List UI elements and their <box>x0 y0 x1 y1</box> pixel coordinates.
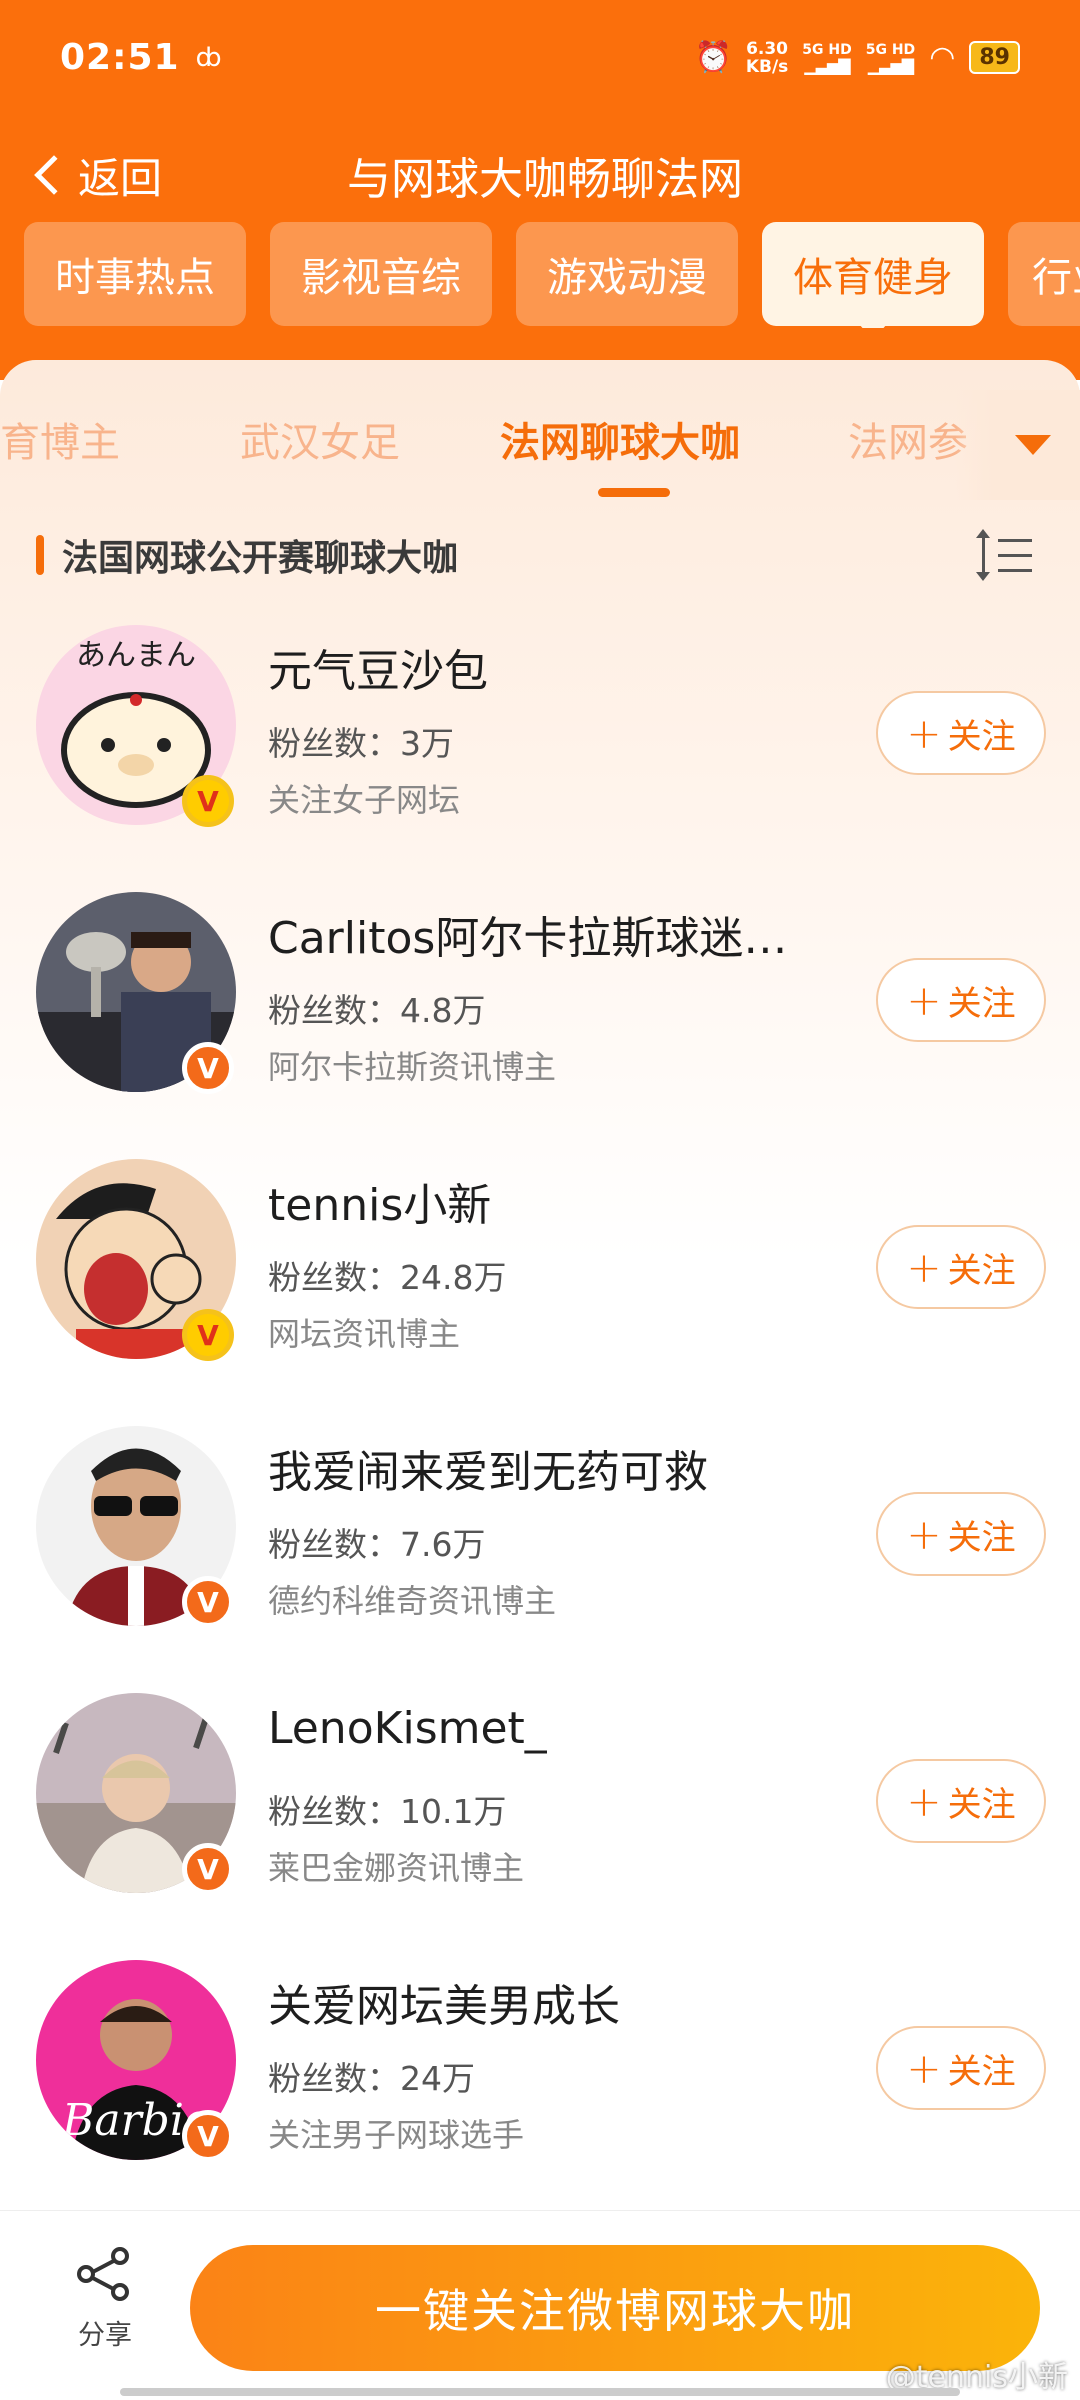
user-name[interactable]: 我爱闹来爱到无药可救 <box>268 1436 708 1500</box>
user-name[interactable]: LenoKismet_ <box>268 1703 547 1754</box>
plus-icon: + <box>906 2043 942 2093</box>
user-list-item[interactable]: V 我爱闹来爱到无药可救 粉丝数：7.6万 德约科维奇资讯博主 + 关注 <box>0 1426 1080 1694</box>
signal-2-icon: 5G HD ▁▃▅▇ <box>865 41 916 75</box>
plus-icon: + <box>906 975 942 1025</box>
verified-badge-icon: V <box>182 1309 234 1361</box>
share-button[interactable]: 分享 <box>60 2245 150 2352</box>
fans-count: 粉丝数：3万 <box>268 724 454 763</box>
section-header: 法国网球公开赛聊球大咖 <box>36 525 1046 585</box>
sort-icon[interactable] <box>976 525 1036 585</box>
fans-count: 粉丝数：4.8万 <box>268 991 486 1030</box>
plus-icon: + <box>906 1776 942 1826</box>
status-bar: 02:51 ȸ ⏰ 6.30 KB/s 5G HD ▁▃▅▇ 5G HD ▁▃▅… <box>0 0 1080 115</box>
sub-tab-active[interactable]: 法网聊球大咖 <box>500 410 740 468</box>
category-tab-active[interactable]: 体育健身 <box>762 222 984 328</box>
user-list-item[interactable]: あんまん V 元气豆沙包 粉丝数：3万 关注女子网坛 + 关注 <box>0 625 1080 893</box>
user-list-item[interactable]: V LenoKismet_ 粉丝数：10.1万 莱巴金娜资讯博主 + 关注 <box>0 1693 1080 1961</box>
section-title: 法国网球公开赛聊球大咖 <box>62 538 459 579</box>
verified-badge-icon: V <box>182 2110 234 2162</box>
user-list-item[interactable]: V tennis小新 粉丝数：24.8万 网坛资讯博主 + 关注 <box>0 1159 1080 1427</box>
plus-icon: + <box>906 708 942 758</box>
follow-button[interactable]: + 关注 <box>876 1759 1046 1843</box>
fans-count: 粉丝数：24万 <box>268 2059 475 2098</box>
fans-count: 粉丝数：7.6万 <box>268 1525 486 1564</box>
user-name[interactable]: 元气豆沙包 <box>268 635 488 699</box>
verified-badge-icon: V <box>182 1843 234 1895</box>
fans-count: 粉丝数：24.8万 <box>268 1258 507 1297</box>
follow-button[interactable]: + 关注 <box>876 2026 1046 2110</box>
user-name[interactable]: 关爱网坛美男成长 <box>268 1970 620 2034</box>
plus-icon: + <box>906 1242 942 1292</box>
verified-badge-icon: V <box>182 1576 234 1628</box>
verified-badge-icon: V <box>182 775 234 827</box>
app-notification-icon: ȸ <box>195 42 222 73</box>
fans-count: 粉丝数：10.1万 <box>268 1792 507 1831</box>
user-list-item[interactable]: Barbie V 关爱网坛美男成长 粉丝数：24万 关注男子网球选手 + 关注 <box>0 1960 1080 2228</box>
user-description: 莱巴金娜资讯博主 <box>268 1849 525 1887</box>
content-panel: 育博主 武汉女足 法网聊球大咖 法网参 法国网球公开赛聊球大咖 あんまん V 元… <box>0 360 1080 2210</box>
category-tab[interactable]: 行业 <box>1008 222 1080 326</box>
user-description: 关注女子网坛 <box>268 781 461 819</box>
share-label: 分享 <box>78 2320 132 2351</box>
category-tab[interactable]: 游戏动漫 <box>516 222 738 326</box>
network-speed: 6.30 KB/s <box>745 38 789 77</box>
user-name[interactable]: Carlitos阿尔卡拉斯球迷… <box>268 902 787 966</box>
category-tab[interactable]: 时事热点 <box>24 222 246 326</box>
wifi-icon: ◠ <box>929 40 956 75</box>
sub-tab[interactable]: 法网参 <box>848 410 968 468</box>
nav-header: 返回 与网球大咖畅聊法网 <box>0 135 1080 215</box>
user-description: 阿尔卡拉斯资讯博主 <box>268 1048 557 1086</box>
triangle-down-icon <box>1014 435 1051 455</box>
share-icon <box>75 2245 135 2305</box>
category-tab[interactable]: 影视音综 <box>270 222 492 326</box>
user-description: 关注男子网球选手 <box>268 2116 525 2154</box>
follow-button[interactable]: + 关注 <box>876 1492 1046 1576</box>
status-time: 02:51 <box>60 37 180 78</box>
user-name[interactable]: tennis小新 <box>268 1169 491 1233</box>
user-description: 德约科维奇资讯博主 <box>268 1582 557 1620</box>
home-indicator <box>120 2388 960 2396</box>
section-accent-bar <box>36 535 44 575</box>
battery-icon: 89 <box>969 41 1020 74</box>
status-indicators: ⏰ 6.30 KB/s 5G HD ▁▃▅▇ 5G HD ▁▃▅▇ ◠ 89 <box>694 40 1020 76</box>
follow-button[interactable]: + 关注 <box>876 958 1046 1042</box>
user-description: 网坛资讯博主 <box>268 1315 461 1353</box>
svg-text:あんまん: あんまん <box>76 638 196 673</box>
user-list-item[interactable]: V Carlitos阿尔卡拉斯球迷… 粉丝数：4.8万 阿尔卡拉斯资讯博主 + … <box>0 892 1080 1160</box>
verified-badge-icon: V <box>182 1042 234 1094</box>
follow-button[interactable]: + 关注 <box>876 1225 1046 1309</box>
follow-button[interactable]: + 关注 <box>876 691 1046 775</box>
alarm-icon: ⏰ <box>694 40 732 75</box>
sub-tabs: 育博主 武汉女足 法网聊球大咖 法网参 <box>0 390 1080 500</box>
plus-icon: + <box>906 1509 942 1559</box>
sub-tab[interactable]: 武汉女足 <box>240 410 400 468</box>
signal-1-icon: 5G HD ▁▃▅▇ <box>802 41 852 75</box>
category-tabs: 时事热点 影视音综 游戏动漫 体育健身 行业 <box>24 222 1080 328</box>
page-title: 与网球大咖畅聊法网 <box>347 154 743 205</box>
sub-tab[interactable]: 育博主 <box>0 410 120 468</box>
sub-tab-underline <box>598 488 670 497</box>
expand-tabs-button[interactable] <box>955 390 1080 500</box>
